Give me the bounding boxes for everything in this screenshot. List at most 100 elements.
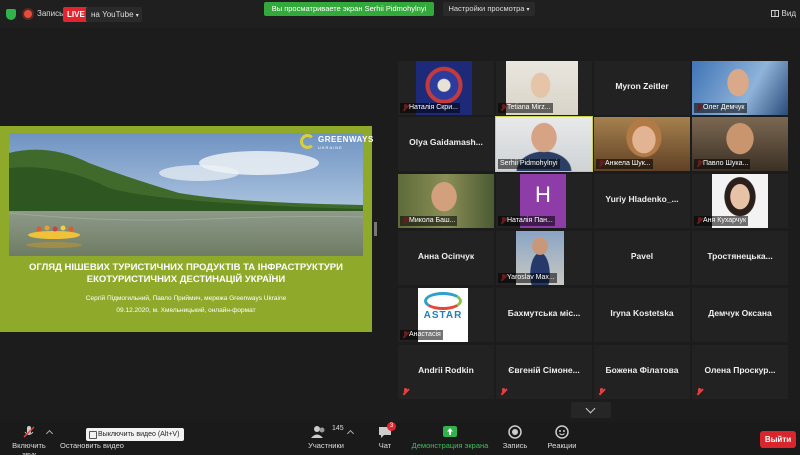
astar-logo-text: ASTAR (423, 310, 463, 321)
stop-video-label: Остановить видео (60, 441, 124, 450)
participant-name: Олена Проскур... (704, 365, 776, 375)
participant-name: Бахмутська міс... (507, 308, 581, 318)
participant-name: Наталія Пан... (498, 216, 555, 226)
record-button[interactable]: Запись (500, 425, 530, 450)
share-screen-label: Демонстрация экрана (411, 441, 489, 450)
participant-tile[interactable]: Демчук Оксана (692, 288, 788, 342)
participant-tile[interactable]: Tetiana Mirz... (496, 61, 592, 115)
participants-caret-icon[interactable] (346, 429, 355, 438)
participant-tile[interactable]: Iryna Kostetska (594, 288, 690, 342)
greenways-logo-subtext: UKRAINE (318, 145, 343, 150)
chat-icon: 3 (378, 422, 396, 439)
grid-view-icon (770, 10, 779, 17)
record-label: Запись (502, 441, 528, 450)
participant-tile[interactable]: Наталія Скри... (398, 61, 494, 115)
participant-tile[interactable]: ASTAR Анастасія (398, 288, 494, 342)
participant-name: Анастасія (400, 330, 443, 340)
participant-name: Олег Демчук (694, 103, 747, 113)
shared-screen: GREENWAYS UKRAINE ОГЛЯД НІШЕВИХ ТУРИСТИЧ… (0, 126, 373, 332)
video-tooltip: Выключить видео (Alt+V) (86, 428, 185, 441)
chat-unread-badge: 3 (387, 422, 396, 431)
participant-name: Анжела Шук... (596, 159, 653, 169)
participant-name: Аня Кухарчук (694, 216, 749, 226)
live-target-label: на YouTube (91, 10, 134, 19)
muted-mic-icon (696, 388, 703, 396)
participant-tile[interactable]: Andrii Rodkin (398, 345, 494, 399)
participant-name: Павло Шука... (694, 159, 751, 169)
participant-tile[interactable]: Олена Проскур... (692, 345, 788, 399)
participant-tile[interactable]: Микола Баш... (398, 174, 494, 228)
participants-label: Участники (308, 441, 344, 450)
participant-name: Yuriy Hladenko_... (605, 194, 679, 204)
view-options-button[interactable]: Настройки просмотра ▾ (443, 2, 535, 16)
recording-icon (24, 10, 32, 18)
greenways-logo: GREENWAYS UKRAINE (300, 133, 373, 153)
recording-label: Запись (37, 9, 64, 18)
share-screen-button[interactable]: Демонстрация экрана (410, 425, 490, 450)
slide-authors: Сергій Підмогильний, Павло Приймич, мере… (85, 295, 287, 302)
participants-button[interactable]: 145 Участники (306, 425, 346, 450)
top-bar: Запись LIVE на YouTube ▾ Вы просматривае… (0, 0, 800, 28)
participant-name: Демчук Оксана (708, 308, 772, 318)
greenways-logo-icon (300, 134, 315, 149)
participant-tile[interactable]: Olya Gaidamash... (398, 117, 494, 171)
chevron-down-icon: ▾ (526, 7, 530, 13)
unmute-button[interactable]: Включить звук (4, 425, 54, 455)
participant-tile[interactable]: Pavel (594, 231, 690, 285)
reactions-button[interactable]: Реакции (544, 425, 580, 450)
participant-initial: H (535, 182, 551, 207)
gallery-next-page-button[interactable] (571, 402, 611, 418)
participants-icon: 145 (306, 425, 346, 439)
zoom-window: Запись LIVE на YouTube ▾ Вы просматривае… (0, 0, 800, 455)
participant-tile[interactable]: H Наталія Пан... (496, 174, 592, 228)
participant-tile[interactable]: Yaroslav Max... (496, 231, 592, 285)
reactions-smiley-icon (544, 425, 580, 439)
chevron-down-icon: ▾ (135, 13, 139, 19)
unmute-label: Включить звук (12, 441, 46, 455)
participant-name: Анна Осіпчук (417, 251, 475, 261)
live-badge[interactable]: LIVE (63, 7, 89, 22)
active-speaker-tile[interactable]: Serhii Pidmohylnyi (495, 116, 593, 172)
participant-name: Наталія Скри... (400, 103, 460, 113)
record-icon (500, 425, 530, 439)
participant-name: Serhii Pidmohylnyi (498, 159, 560, 169)
reactions-label: Реакции (547, 441, 577, 450)
participant-tile[interactable]: Анжела Шук... (594, 117, 690, 171)
participant-tile[interactable]: Аня Кухарчук (692, 174, 788, 228)
participant-name: Iryna Kostetska (610, 308, 674, 318)
participant-tile[interactable]: Божена Філатова (594, 345, 690, 399)
security-shield-icon[interactable] (6, 9, 16, 20)
view-button[interactable]: Вид (770, 9, 796, 18)
participant-name: Tetiana Mirz... (498, 103, 553, 113)
leave-button[interactable]: Выйти (760, 431, 796, 448)
view-options-label: Настройки просмотра (448, 4, 525, 13)
slide-date: 09.12.2020, м. Хмельницький, онлайн-форм… (116, 307, 256, 314)
participant-tile[interactable]: Бахмутська міс... (496, 288, 592, 342)
participant-tile[interactable]: Анна Осіпчук (398, 231, 494, 285)
share-screen-icon (410, 425, 490, 439)
participant-tile[interactable]: Олег Демчук (692, 61, 788, 115)
chat-button[interactable]: 3 Чат (372, 422, 398, 450)
muted-mic-icon (598, 388, 605, 396)
participants-count: 145 (332, 425, 344, 432)
greenways-logo-text: GREENWAYS (318, 135, 374, 144)
participant-tile[interactable]: Тростянецька... (692, 231, 788, 285)
live-target-dropdown[interactable]: на YouTube ▾ (86, 7, 142, 22)
participant-tile[interactable]: Євгеній Сімоне... (496, 345, 592, 399)
participant-name: Andrii Rodkin (418, 365, 474, 375)
viewing-banner: Вы просматриваете экран Serhii Pidmohyln… (264, 2, 434, 16)
participant-name: Божена Філатова (605, 365, 679, 375)
participant-name: Pavel (630, 251, 654, 261)
participant-tile[interactable]: Myron Zeitler (594, 61, 690, 115)
participant-tile[interactable]: Yuriy Hladenko_... (594, 174, 690, 228)
splitter-handle[interactable] (374, 222, 377, 236)
participant-name: Myron Zeitler (615, 81, 669, 91)
astar-logo-icon (424, 292, 462, 310)
participant-name: Yaroslav Max... (498, 273, 557, 283)
participant-tile[interactable]: Павло Шука... (692, 117, 788, 171)
view-button-label: Вид (781, 9, 796, 18)
slide-title: ОГЛЯД НІШЕВИХ ТУРИСТИЧНИХ ПРОДУКТІВ ТА І… (29, 262, 343, 285)
participant-name: Olya Gaidamash... (409, 137, 483, 147)
participant-name: Тростянецька... (707, 251, 773, 261)
muted-mic-icon (402, 388, 409, 396)
